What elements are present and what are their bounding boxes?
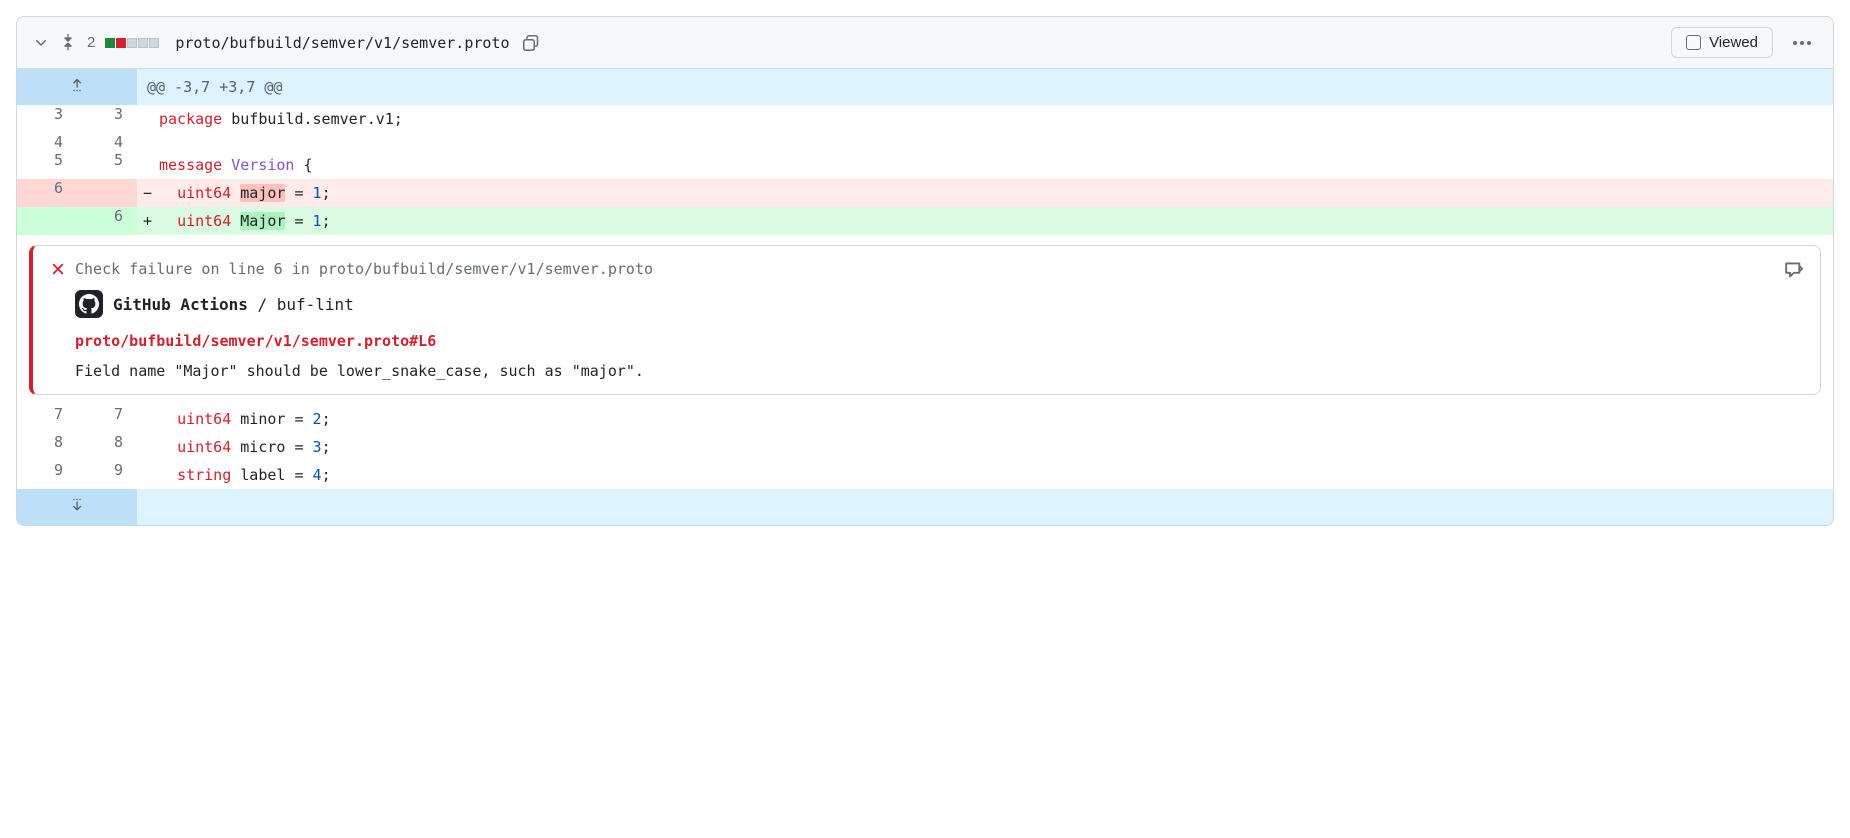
hunk-header-row: @@ -3,7 +3,7 @@ — [17, 69, 1833, 105]
line-number-new[interactable]: 4 — [77, 133, 137, 151]
line-number-new[interactable]: 5 — [77, 151, 137, 179]
line-number-old[interactable]: 5 — [17, 151, 77, 179]
diffstat-added — [105, 38, 115, 48]
code-line: uint64 minor = 2; — [137, 405, 1833, 433]
diff-row: 9 9 string label = 4; — [17, 461, 1833, 489]
more-options-button[interactable] — [1787, 35, 1817, 51]
file-header: 2 proto/bufbuild/semver/v1/semver.proto … — [17, 17, 1833, 69]
expand-up-button[interactable] — [17, 69, 137, 105]
diffstat-neutral — [127, 38, 137, 48]
expand-all-icon[interactable] — [59, 34, 77, 52]
diff-row-addition: 6 + uint64 Major = 1; — [17, 207, 1833, 235]
line-number-old[interactable]: 7 — [17, 405, 77, 433]
expand-down-icon — [69, 497, 85, 513]
expand-down-button[interactable] — [17, 489, 137, 525]
line-number-old[interactable] — [17, 207, 77, 235]
expand-down-row — [17, 489, 1833, 525]
check-annotation: Check failure on line 6 in proto/bufbuil… — [29, 245, 1821, 395]
diff-row: 4 4 — [17, 133, 1833, 151]
file-path[interactable]: proto/bufbuild/semver/v1/semver.proto — [175, 34, 509, 52]
code-line — [137, 133, 1833, 151]
line-number-new[interactable]: 3 — [77, 105, 137, 133]
expand-up-icon — [69, 77, 85, 93]
code-line: message Version { — [137, 151, 1833, 179]
github-logo-icon — [79, 294, 99, 314]
hunk-header-text: @@ -3,7 +3,7 @@ — [137, 69, 1833, 105]
diff-row: 7 7 uint64 minor = 2; — [17, 405, 1833, 433]
resolve-conversation-icon[interactable] — [1784, 260, 1804, 280]
diffstat-neutral — [149, 38, 159, 48]
change-count: 2 — [87, 34, 95, 51]
diffstat-indicator — [105, 38, 159, 48]
code-line: uint64 micro = 3; — [137, 433, 1833, 461]
code-line: − uint64 major = 1; — [137, 179, 1833, 207]
annotation-row: Check failure on line 6 in proto/bufbuil… — [17, 235, 1833, 405]
annotation-location-link[interactable]: proto/bufbuild/semver/v1/semver.proto#L6 — [75, 332, 1802, 350]
diff-table: @@ -3,7 +3,7 @@ 3 3 package bufbuild.sem… — [17, 69, 1833, 525]
line-number-old[interactable]: 4 — [17, 133, 77, 151]
copy-path-icon[interactable] — [523, 35, 539, 51]
annotation-message: Field name "Major" should be lower_snake… — [75, 362, 1802, 380]
diff-row: 3 3 package bufbuild.semver.v1; — [17, 105, 1833, 133]
line-number-old[interactable]: 9 — [17, 461, 77, 489]
line-number-old[interactable]: 8 — [17, 433, 77, 461]
line-number-new[interactable]: 8 — [77, 433, 137, 461]
line-number-new[interactable]: 9 — [77, 461, 137, 489]
code-line: + uint64 Major = 1; — [137, 207, 1833, 235]
file-diff-container: 2 proto/bufbuild/semver/v1/semver.proto … — [16, 16, 1834, 526]
code-line: package bufbuild.semver.v1; — [137, 105, 1833, 133]
diff-row: 5 5 message Version { — [17, 151, 1833, 179]
addition-marker: + — [143, 209, 152, 233]
diff-row: 8 8 uint64 micro = 3; — [17, 433, 1833, 461]
diff-row-deletion: 6 − uint64 major = 1; — [17, 179, 1833, 207]
line-number-new[interactable]: 7 — [77, 405, 137, 433]
annotation-header-text: Check failure on line 6 in proto/bufbuil… — [75, 260, 653, 278]
viewed-label: Viewed — [1709, 34, 1758, 51]
diffstat-deleted — [116, 38, 126, 48]
line-number-new[interactable]: 6 — [77, 207, 137, 235]
chevron-down-icon[interactable] — [33, 35, 49, 51]
viewed-checkbox-icon — [1686, 35, 1701, 50]
deletion-marker: − — [143, 181, 152, 205]
code-line: string label = 4; — [137, 461, 1833, 489]
line-number-old[interactable]: 3 — [17, 105, 77, 133]
annotation-app-name[interactable]: GitHub Actions / buf-lint — [113, 295, 354, 314]
line-number-old[interactable]: 6 — [17, 179, 77, 207]
viewed-toggle[interactable]: Viewed — [1671, 27, 1773, 58]
annotation-header: Check failure on line 6 in proto/bufbuil… — [51, 260, 1802, 278]
x-failure-icon — [51, 262, 65, 276]
github-app-avatar — [75, 290, 103, 318]
line-number-new[interactable] — [77, 179, 137, 207]
diffstat-neutral — [138, 38, 148, 48]
